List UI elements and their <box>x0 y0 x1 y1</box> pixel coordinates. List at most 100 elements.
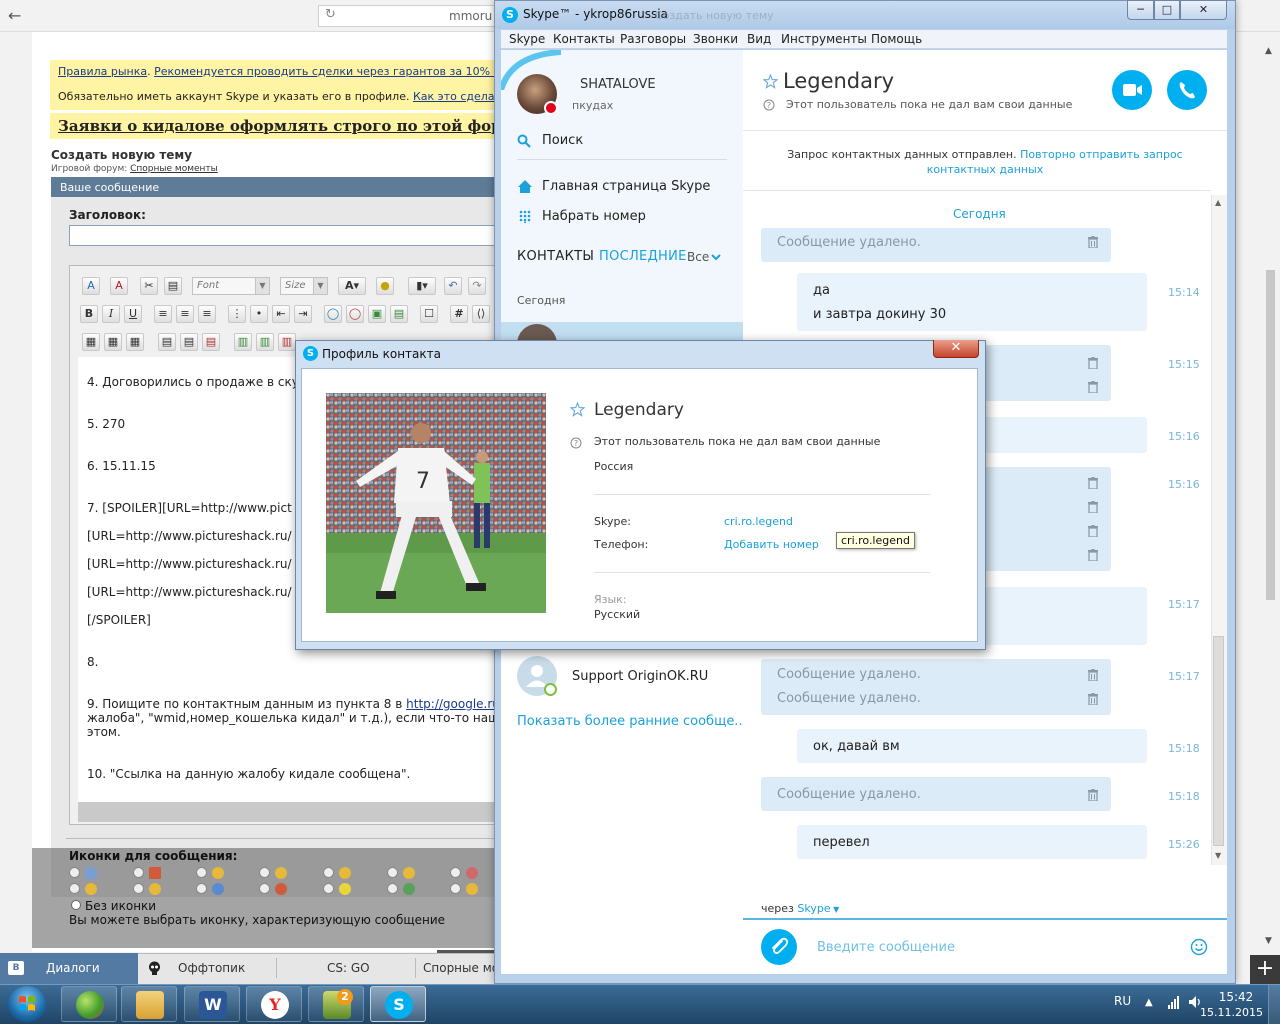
insert-row-after-icon[interactable]: ▤ <box>180 333 198 351</box>
tray-expand-icon[interactable]: ▲ <box>1145 997 1153 1008</box>
clear-style-icon[interactable]: A <box>110 277 128 295</box>
cut-icon[interactable]: ✂ <box>140 277 158 295</box>
scroll-up-icon[interactable]: ▲ <box>1215 198 1221 207</box>
scroll-up-icon[interactable]: ▲ <box>1265 46 1272 56</box>
dock-tab-disputes[interactable]: Спорные мо <box>423 961 497 975</box>
indent-icon[interactable]: ⇥ <box>294 305 312 323</box>
trash-icon[interactable] <box>1088 501 1098 513</box>
smiley-icon[interactable]: ● <box>376 277 394 295</box>
editor-resize-bar[interactable] <box>78 802 498 822</box>
align-center-icon[interactable]: ≡ <box>176 305 194 323</box>
text-color-icon[interactable]: A▾ <box>338 277 366 295</box>
icon-radio-group-4[interactable] <box>259 866 295 896</box>
image-icon[interactable]: ▣ <box>368 305 386 323</box>
taskbar-skype[interactable]: S <box>370 986 426 1022</box>
insert-row-icon[interactable]: ▤ <box>158 333 176 351</box>
video-icon[interactable]: ▤ <box>390 305 408 323</box>
menu-skype[interactable]: Skype <box>509 32 545 46</box>
favorite-star-icon[interactable] <box>763 74 778 89</box>
menu-contacts[interactable]: Контакты <box>553 32 615 46</box>
contact-support-originok[interactable]: Support OriginOK.RU <box>572 669 708 684</box>
menu-conversations[interactable]: Разговоры <box>620 32 686 46</box>
attach-button[interactable] <box>761 929 797 965</box>
insert-media-icon[interactable]: ▮▾ <box>408 277 436 295</box>
redo-icon[interactable]: ↷ <box>468 277 486 295</box>
icon-radio-group-3[interactable] <box>196 866 232 896</box>
icon-radio-group-6[interactable] <box>387 866 423 896</box>
breadcrumb-link[interactable]: Спорные моменты <box>130 164 218 174</box>
quote-icon[interactable]: ☐ <box>420 305 438 323</box>
dock-tab-csgo[interactable]: CS: GO <box>327 961 370 975</box>
trash-icon[interactable] <box>1088 236 1098 248</box>
code-icon[interactable]: ⟨⟩ <box>472 305 490 323</box>
market-rules-link[interactable]: Правила рынка <box>58 65 147 78</box>
delete-row-icon[interactable]: ▤ <box>202 333 220 351</box>
clock-date[interactable]: 15.11.2015 <box>1200 1006 1263 1019</box>
unlink-icon[interactable]: ◯ <box>346 305 364 323</box>
trash-icon[interactable] <box>1088 381 1098 393</box>
skype-home-link[interactable]: Главная страница Skype <box>542 179 710 194</box>
title-input[interactable] <box>69 225 498 246</box>
minimize-button[interactable]: ─ <box>1127 0 1154 20</box>
back-arrow-icon[interactable]: ← <box>8 7 26 25</box>
outdent-icon[interactable]: ⇤ <box>272 305 290 323</box>
trash-icon[interactable] <box>1088 549 1098 561</box>
table-props-icon[interactable]: ▦ <box>104 333 122 351</box>
dial-number-link[interactable]: Набрать номер <box>542 209 646 224</box>
tab-contacts[interactable]: КОНТАКТЫ <box>517 249 594 264</box>
message-input[interactable]: Введите сообщение <box>817 940 955 955</box>
address-bar[interactable]: mmoru <box>318 5 498 27</box>
start-button[interactable] <box>8 986 46 1022</box>
via-skype-link[interactable]: Skype <box>797 902 830 915</box>
underline-icon[interactable]: U <box>124 305 142 323</box>
paste-icon[interactable]: ▤ <box>164 277 182 295</box>
icon-radio-group-5[interactable] <box>323 866 359 896</box>
maximize-button[interactable]: □ <box>1154 0 1180 20</box>
icon-radio-group-1[interactable] <box>69 866 105 896</box>
chevron-down-icon[interactable] <box>711 254 721 261</box>
favorite-star-icon[interactable] <box>570 402 585 417</box>
ordered-list-icon[interactable]: ⋮ <box>228 305 246 323</box>
send-via-selector[interactable]: через Skype ▼ <box>761 902 839 915</box>
menu-calls[interactable]: Звонки <box>693 32 738 46</box>
chat-scrollbar-thumb[interactable] <box>1213 636 1224 846</box>
profile-name[interactable]: SHATALOVE <box>580 77 656 92</box>
menu-tools[interactable]: Инструменты <box>781 32 867 46</box>
trash-icon[interactable] <box>1088 357 1098 369</box>
align-right-icon[interactable]: ≡ <box>198 305 216 323</box>
taskbar-word[interactable]: W <box>184 986 240 1022</box>
browser-scrollbar-thumb[interactable] <box>1266 270 1275 600</box>
audio-call-button[interactable] <box>1167 70 1207 110</box>
trash-icon[interactable] <box>1088 693 1098 705</box>
insert-col-icon[interactable]: ▥ <box>234 333 252 351</box>
contact-photo[interactable]: 7 <box>326 393 546 613</box>
bold-icon[interactable]: B <box>80 305 98 323</box>
scroll-down-icon[interactable]: ▼ <box>1265 936 1272 946</box>
insert-col-after-icon[interactable]: ▥ <box>256 333 274 351</box>
trash-icon[interactable] <box>1088 669 1098 681</box>
trash-icon[interactable] <box>1088 477 1098 489</box>
emoticon-icon[interactable] <box>1190 938 1208 956</box>
dialog-close-button[interactable]: ✕ <box>933 340 979 358</box>
how-to-link[interactable]: Как это сделать? <box>413 90 498 103</box>
add-phone-link[interactable]: Добавить номер <box>724 538 819 551</box>
italic-icon[interactable]: I <box>102 305 120 323</box>
taskbar-browser[interactable] <box>61 986 117 1022</box>
size-select[interactable]: Size ▼ <box>280 277 328 295</box>
status-busy-icon[interactable] <box>544 101 558 115</box>
close-button[interactable]: ✕ <box>1180 0 1227 20</box>
icon-radio-group-2[interactable] <box>133 866 169 896</box>
menu-view[interactable]: Вид <box>747 32 771 46</box>
contact-name[interactable]: Legendary <box>783 69 894 93</box>
trash-icon[interactable] <box>1088 525 1098 537</box>
link-icon[interactable]: ◯ <box>324 305 342 323</box>
taskbar-game[interactable]: 2 <box>308 986 364 1022</box>
taskbar-explorer[interactable] <box>121 986 177 1022</box>
hash-icon[interactable]: # <box>450 305 468 323</box>
message-bubble-outgoing[interactable] <box>797 273 1147 331</box>
filter-all-dropdown[interactable]: Все <box>687 250 709 264</box>
show-desktop-button[interactable] <box>1268 985 1280 1024</box>
scroll-down-icon[interactable]: ▼ <box>1215 851 1221 860</box>
plus-button[interactable]: + <box>1250 955 1280 985</box>
skype-id-value[interactable]: cri.ro.legend <box>724 515 793 528</box>
